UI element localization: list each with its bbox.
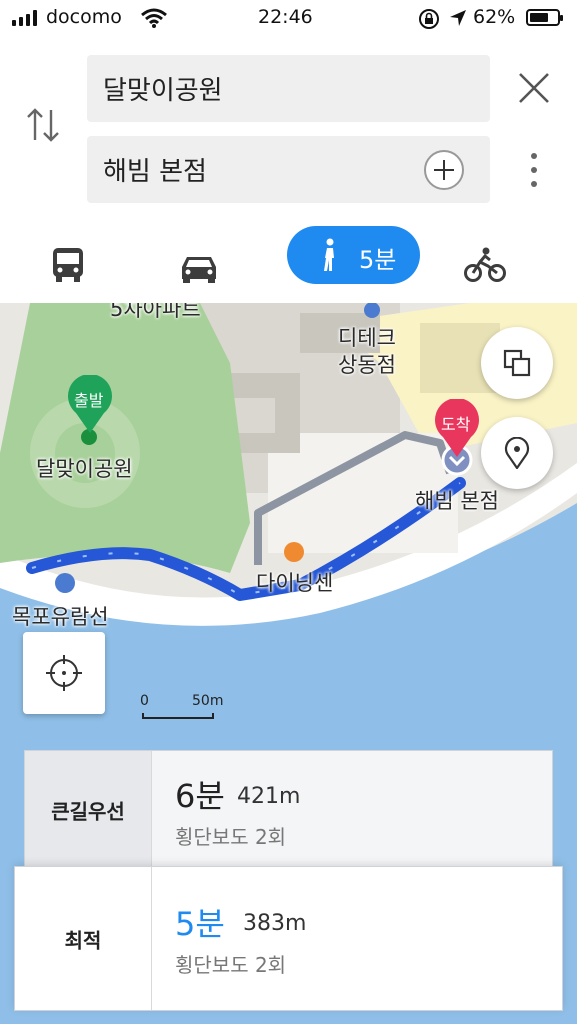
label-restaurant[interactable]: 다이닝센 — [256, 567, 333, 597]
route-crossings: 횡단보도 2회 — [175, 953, 287, 977]
route-crossings: 횡단보도 2회 — [175, 825, 287, 849]
start-badge: 출발 — [74, 391, 104, 410]
origin-field[interactable]: 달맞이공원 — [87, 55, 490, 122]
route-name: 큰길우선 — [51, 799, 125, 824]
route-distance: 421m — [237, 784, 301, 809]
rotation-lock-icon — [419, 9, 439, 29]
place-pin-button[interactable] — [481, 417, 553, 489]
label-destination[interactable]: 해빔 본점 — [415, 485, 499, 515]
scale-distance: 50m — [192, 693, 224, 709]
battery-percent: 62% — [473, 6, 516, 28]
route-time: 6분 — [175, 777, 225, 815]
more-icon[interactable] — [528, 152, 540, 188]
swap-icon[interactable] — [24, 106, 62, 144]
close-icon[interactable] — [518, 72, 550, 104]
route-card-optimal[interactable]: 최적 5분 383m 횡단보도 2회 — [14, 866, 563, 1011]
end-marker[interactable]: 도착 — [432, 399, 482, 459]
layers-icon — [503, 349, 531, 377]
destination-text: 해빔 본점 — [103, 157, 207, 187]
label-park[interactable]: 달맞이공원 — [36, 453, 133, 483]
walk-time: 5분 — [359, 246, 397, 274]
route-name: 최적 — [64, 928, 102, 952]
crosshair-icon — [46, 655, 82, 691]
destination-field[interactable]: 해빔 본점 — [87, 136, 490, 203]
bicycle-icon[interactable] — [464, 236, 506, 294]
label-ferry[interactable]: 목포유람선 — [12, 601, 109, 631]
battery-icon — [526, 9, 563, 26]
car-icon[interactable] — [180, 240, 218, 298]
start-marker[interactable]: 출발 — [66, 375, 114, 435]
status-bar: docomo 22:46 62% — [0, 0, 577, 40]
location-arrow-icon — [450, 10, 466, 26]
clock: 22:46 — [258, 6, 313, 28]
route-distance: 383m — [243, 911, 307, 936]
bus-icon[interactable] — [52, 236, 84, 294]
label-apartment[interactable]: 5차아파트 — [110, 303, 201, 323]
add-stop-icon[interactable] — [424, 150, 464, 190]
route-card-main-road[interactable]: 큰길우선 6분 421m 횡단보도 2회 — [24, 750, 553, 870]
scale-zero: 0 — [140, 693, 149, 709]
signal-icon — [12, 10, 40, 26]
scale-bar: 0 50m — [140, 693, 240, 719]
tab-walk[interactable]: 5분 — [287, 226, 420, 284]
carrier-name: docomo — [46, 6, 122, 28]
walk-icon — [324, 238, 334, 271]
map-pin-icon — [504, 437, 530, 469]
current-location-button[interactable] — [23, 632, 105, 714]
route-time: 5분 — [175, 905, 225, 943]
label-store[interactable]: 디테크 상동점 — [338, 325, 396, 379]
end-badge: 도착 — [441, 415, 471, 434]
layers-button[interactable] — [481, 327, 553, 399]
wifi-icon — [141, 8, 167, 28]
origin-text: 달맞이공원 — [103, 76, 223, 106]
